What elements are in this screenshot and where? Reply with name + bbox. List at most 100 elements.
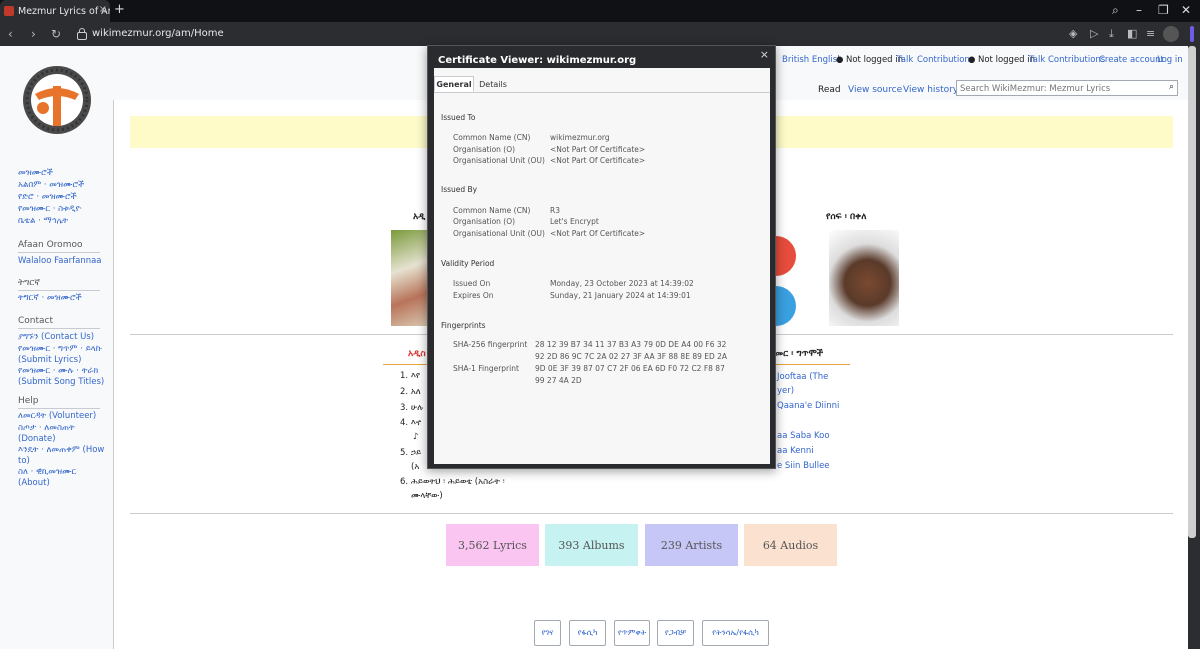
- close-window-icon[interactable]: ✕: [1181, 3, 1191, 17]
- profile-avatar[interactable]: [1163, 26, 1179, 42]
- dialog-tabs: General Details: [434, 76, 770, 93]
- user-icon: ●: [836, 55, 844, 65]
- tab-general[interactable]: General: [434, 76, 474, 92]
- menu-icon[interactable]: ≡: [1146, 28, 1155, 40]
- sha256-line-1: 28 12 39 B7 34 11 37 B3 A3 79 0D DE A4 0…: [535, 340, 727, 349]
- tab-view-history[interactable]: View history: [903, 85, 958, 95]
- sidebar-link-donate[interactable]: ስጦታ · ለመስጠት (Donate): [18, 423, 108, 445]
- talk-link-1[interactable]: Talk: [897, 55, 913, 65]
- nav-button-easter[interactable]: የፋሲካ: [569, 620, 606, 646]
- url-field[interactable]: wikimezmur.org/am/Home: [92, 28, 224, 39]
- tab-details[interactable]: Details: [476, 76, 510, 92]
- issued-by-o-value: Let's Encrypt: [550, 217, 599, 226]
- stat-albums[interactable]: 393 Albums: [545, 524, 638, 566]
- validity-heading: Validity Period: [441, 259, 495, 268]
- close-tab-icon[interactable]: ×: [99, 4, 107, 15]
- list-item-cont[interactable]: ሙላቸው): [411, 489, 443, 503]
- not-logged-in-1: Not logged in: [846, 55, 904, 65]
- sidebar-link-studio[interactable]: የመዝሙር · ስቱዲዮ: [18, 204, 108, 215]
- search-icon[interactable]: ⌕: [1169, 82, 1174, 92]
- wikimezmur-logo[interactable]: [17, 64, 97, 136]
- issued-to-ou-label: Organisational Unit (OU): [453, 156, 545, 165]
- nav-button-christmas[interactable]: የገና: [534, 620, 561, 646]
- issued-by-ou-value: <Not Part Of Certificate>: [550, 229, 646, 238]
- music-note-icon: ♪: [413, 432, 419, 442]
- sha1-label: SHA-1 Fingerprint: [453, 364, 519, 373]
- sidebar-link-bethel[interactable]: ቤቴል · ማኅሌት: [18, 216, 108, 227]
- fingerprints-heading: Fingerprints: [441, 321, 486, 330]
- minimize-icon[interactable]: –: [1136, 3, 1142, 17]
- browser-tab[interactable]: Mezmur Lyrics of Amharic ×: [0, 0, 110, 22]
- sidebar-link-howto[interactable]: እንዴት · ለመጠቀም (How to): [18, 445, 108, 467]
- list-head-left: አዲስ: [408, 349, 426, 359]
- issued-to-o-value: <Not Part Of Certificate>: [550, 145, 646, 154]
- sidebar-link-volunteer[interactable]: ለመርዳት (Volunteer): [18, 411, 108, 422]
- list-underline-left: [383, 364, 427, 365]
- sidebar-link-contact[interactable]: ያግኙን (Contact Us): [18, 332, 108, 343]
- sidebar-link-submit-lyrics[interactable]: የመዝሙር · ግጥም · ይላኩ (Submit Lyrics): [18, 344, 108, 366]
- nav-button-wedding[interactable]: የጋብቻ: [657, 620, 694, 646]
- scrollbar[interactable]: [1188, 46, 1196, 538]
- search-input[interactable]: [957, 82, 1163, 96]
- download-icon[interactable]: ⤓: [1109, 28, 1114, 40]
- reload-icon[interactable]: ↻: [51, 27, 61, 41]
- section-title-right[interactable]: የሰፍ ፡ በቀለ: [826, 212, 867, 222]
- restore-icon[interactable]: ❐: [1158, 3, 1169, 17]
- nav-button-epiphany[interactable]: የጥምቀት: [614, 620, 650, 646]
- site-favicon-icon: [4, 6, 14, 16]
- sidebar-link-submit-titles[interactable]: የመዝሙር · ሙሉ · ትራክ (Submit Song Titles): [18, 366, 108, 388]
- stat-lyrics[interactable]: 3,562 Lyrics: [446, 524, 539, 566]
- tab-read[interactable]: Read: [818, 85, 841, 95]
- create-account-link[interactable]: Create account: [1099, 55, 1164, 65]
- list-item[interactable]: 1. እየ: [400, 369, 420, 383]
- nav-button-resurrection[interactable]: የትንሳኤ/የፋሲካ: [702, 620, 769, 646]
- play-icon[interactable]: ▷: [1090, 28, 1098, 40]
- login-link[interactable]: Log in: [1157, 55, 1183, 65]
- list-item[interactable]: 6. ሕይወትህ ፡ ሕይወቴ (አስራት ፡: [400, 475, 505, 489]
- sidebar-link-album[interactable]: አልበም · መዝሙሮች: [18, 180, 108, 191]
- sha256-label: SHA-256 fingerprint: [453, 340, 528, 349]
- sidebar-link-mezmur[interactable]: መዝሙሮች: [18, 168, 108, 179]
- sidebar-link-old[interactable]: የድሮ · መዝሙሮች: [18, 192, 108, 203]
- list-item[interactable]: aa Saba Koo: [777, 431, 830, 441]
- stat-artists[interactable]: 239 Artists: [645, 524, 738, 566]
- sidebar-link-about[interactable]: ስለ · ዊኪመዝሙር (About): [18, 467, 108, 489]
- search-tabs-icon[interactable]: ⌕: [1112, 3, 1119, 17]
- list-item[interactable]: yer): [777, 386, 794, 396]
- issued-on-value: Monday, 23 October 2023 at 14:39:02: [550, 279, 694, 288]
- issued-by-heading: Issued By: [441, 185, 478, 194]
- issued-to-ou-value: <Not Part Of Certificate>: [550, 156, 646, 165]
- language-link[interactable]: British English: [782, 55, 843, 65]
- sidebar-toggle-icon[interactable]: ◧: [1127, 28, 1137, 40]
- tab-view-source[interactable]: View source: [848, 85, 902, 95]
- list-item[interactable]: 5. ኃይ: [400, 446, 421, 460]
- album-cover-left[interactable]: [391, 230, 427, 326]
- issued-to-o-label: Organisation (O): [453, 145, 516, 154]
- list-item[interactable]: 2. አለ: [400, 385, 421, 399]
- list-item[interactable]: Jooftaa (The: [777, 372, 828, 382]
- issued-to-heading: Issued To: [441, 113, 476, 122]
- sidebar-link-tigrinya[interactable]: ትግርኛ · መዝሙሮች: [18, 293, 108, 304]
- contributions-link-2[interactable]: Contributions: [1048, 55, 1105, 65]
- list-item[interactable]: 4. እኖ: [400, 416, 421, 430]
- back-icon[interactable]: ‹: [8, 27, 13, 41]
- close-icon[interactable]: ×: [760, 48, 769, 61]
- shield-icon[interactable]: ◈: [1069, 28, 1077, 40]
- stat-audios[interactable]: 64 Audios: [744, 524, 837, 566]
- not-logged-in-2: Not logged in: [978, 55, 1036, 65]
- lock-icon[interactable]: [77, 28, 87, 40]
- side-panel-accent: [1190, 26, 1194, 42]
- contributions-link-1[interactable]: Contributions: [917, 55, 974, 65]
- album-cover-yosef[interactable]: [829, 230, 899, 326]
- sidebar-link-walaloo[interactable]: Walaloo Faarfannaa: [18, 256, 108, 267]
- list-item[interactable]: e Siin Bullee: [777, 461, 830, 471]
- sidebar-head-contact: Contact: [18, 316, 100, 329]
- list-item[interactable]: Qaana'e Diinni: [777, 401, 839, 411]
- new-tab-button[interactable]: +: [114, 3, 125, 17]
- forward-icon[interactable]: ›: [31, 27, 36, 41]
- list-item[interactable]: 3. ሁሉ: [400, 401, 423, 415]
- talk-link-2[interactable]: Talk: [1029, 55, 1045, 65]
- list-item[interactable]: aa Kenni: [777, 446, 814, 456]
- list-item-cont[interactable]: (አ: [411, 460, 419, 474]
- sidebar-head-oromoo: Afaan Oromoo: [18, 240, 100, 253]
